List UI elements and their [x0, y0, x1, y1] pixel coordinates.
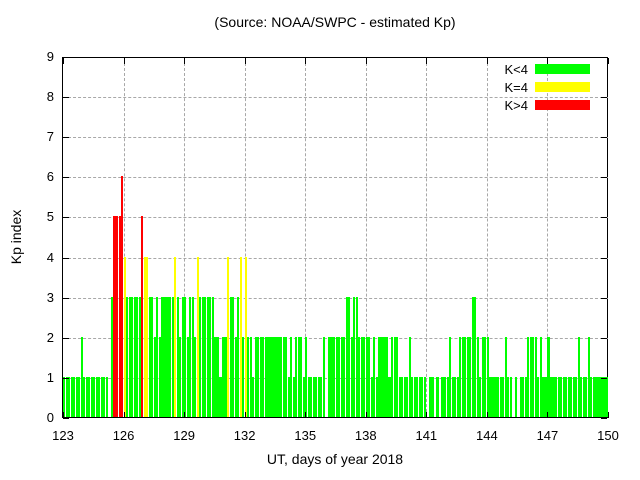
x-tick — [305, 58, 306, 64]
y-tick — [601, 97, 607, 98]
x-axis-label: UT, days of year 2018 — [62, 451, 608, 467]
h-gridline — [63, 137, 608, 138]
kp-bar — [436, 377, 438, 417]
y-tick — [601, 418, 607, 419]
x-tick-label: 147 — [525, 428, 569, 443]
y-tick — [63, 338, 69, 339]
y-tick — [601, 57, 607, 58]
y-tick — [601, 378, 607, 379]
x-tick-label: 123 — [41, 428, 85, 443]
y-tick — [63, 137, 69, 138]
x-tick-label: 135 — [283, 428, 327, 443]
y-tick — [63, 97, 69, 98]
x-tick — [124, 412, 125, 418]
y-tick — [601, 137, 607, 138]
y-tick — [63, 177, 69, 178]
h-gridline — [63, 217, 608, 218]
y-tick — [63, 378, 69, 379]
y-tick — [63, 298, 69, 299]
y-tick — [601, 338, 607, 339]
x-tick-label: 129 — [162, 428, 206, 443]
x-tick-label: 138 — [344, 428, 388, 443]
y-tick-label: 9 — [14, 49, 54, 64]
x-tick-label: 126 — [102, 428, 146, 443]
kp-bar — [605, 377, 607, 417]
h-gridline — [63, 177, 608, 178]
y-tick-label: 0 — [14, 410, 54, 425]
x-tick-label: 144 — [465, 428, 509, 443]
x-tick — [184, 58, 185, 64]
x-tick — [63, 58, 64, 64]
y-axis-label: Kp index — [8, 137, 24, 337]
x-tick — [426, 412, 427, 418]
legend-swatch — [535, 82, 590, 92]
y-tick — [601, 177, 607, 178]
kp-bar — [515, 377, 517, 417]
x-tick — [366, 412, 367, 418]
legend-label: K<4 — [468, 62, 528, 77]
x-tick — [487, 412, 488, 418]
y-tick — [601, 298, 607, 299]
x-tick — [426, 58, 427, 64]
kp-bar — [323, 337, 325, 417]
x-tick — [608, 412, 609, 418]
x-tick-label: 132 — [223, 428, 267, 443]
kp-bar — [431, 377, 433, 417]
y-tick — [63, 258, 69, 259]
x-tick — [305, 412, 306, 418]
x-tick — [547, 412, 548, 418]
legend-swatch — [535, 64, 590, 74]
y-tick — [63, 217, 69, 218]
x-tick — [184, 412, 185, 418]
y-tick — [601, 258, 607, 259]
v-gridline — [426, 58, 427, 417]
y-tick — [63, 418, 69, 419]
legend-swatch — [535, 100, 590, 110]
x-tick-label: 141 — [404, 428, 448, 443]
chart-title: (Source: NOAA/SWPC - estimated Kp) — [62, 14, 608, 30]
y-tick — [601, 217, 607, 218]
x-tick — [245, 412, 246, 418]
kp-bar — [510, 377, 512, 417]
y-tick — [63, 57, 69, 58]
y-tick-label: 1 — [14, 370, 54, 385]
legend-label: K=4 — [468, 80, 528, 95]
x-tick — [366, 58, 367, 64]
x-tick — [608, 58, 609, 64]
kp-index-chart: (Source: NOAA/SWPC - estimated Kp) 123 12… — [0, 0, 640, 480]
x-tick-label: 150 — [586, 428, 630, 443]
kp-bar — [106, 377, 108, 417]
kp-bar — [424, 377, 426, 417]
x-tick — [245, 58, 246, 64]
y-tick-label: 8 — [14, 89, 54, 104]
legend-label: K>4 — [468, 98, 528, 113]
x-tick — [124, 58, 125, 64]
